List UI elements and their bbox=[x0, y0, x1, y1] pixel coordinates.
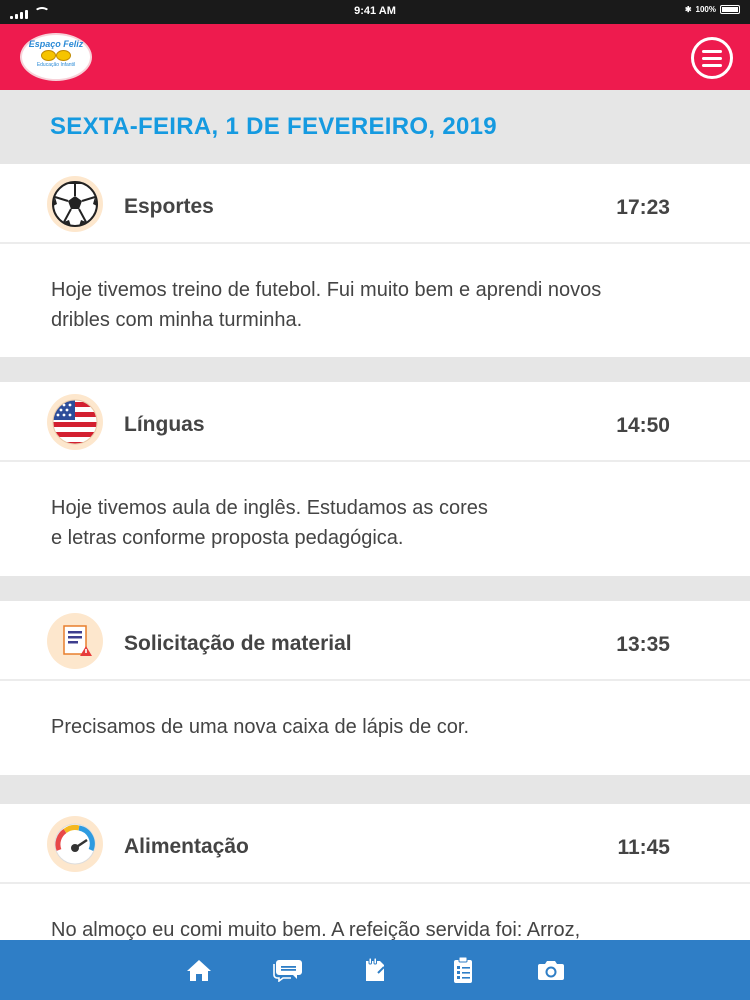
entry-text: Precisamos de uma nova caixa de lápis de… bbox=[51, 716, 469, 738]
entry-time: 11:45 bbox=[617, 836, 670, 859]
status-time: 9:41 AM bbox=[354, 5, 396, 17]
battery-icon bbox=[720, 5, 740, 14]
entry-card-solicitacao[interactable]: Solicitação de material 13:35 Precisamos… bbox=[0, 601, 750, 775]
entry-header: Esportes 17:23 bbox=[0, 164, 750, 244]
entry-time: 17:23 bbox=[616, 196, 670, 219]
date-header: SEXTA-FEIRA, 1 DE FEVEREIRO, 2019 bbox=[0, 90, 750, 162]
app-header: Espaço Feliz Educação Infantil bbox=[0, 24, 750, 90]
entry-text: Hoje tivemos treino de futebol. Fui muit… bbox=[51, 279, 602, 331]
bottom-nav bbox=[0, 940, 750, 1000]
checklist-icon bbox=[454, 956, 472, 983]
entry-time: 13:35 bbox=[616, 633, 670, 656]
entry-card-linguas[interactable]: Línguas 14:50 Hoje tivemos aula de inglê… bbox=[0, 382, 750, 576]
entry-text: No almoço eu comi muito bem. A refeição … bbox=[51, 919, 581, 940]
bluetooth-icon: ✱ bbox=[684, 5, 692, 14]
chat-icon bbox=[273, 960, 302, 982]
nav-home[interactable] bbox=[155, 940, 243, 1000]
entry-card-alimentacao[interactable]: Alimentação 11:45 No almoço eu comi muit… bbox=[0, 804, 750, 940]
camera-icon bbox=[538, 961, 564, 980]
entry-header: Solicitação de material 13:35 bbox=[0, 601, 750, 681]
meal-gauge-icon bbox=[47, 816, 103, 872]
date-title: SEXTA-FEIRA, 1 DE FEVEREIRO, 2019 bbox=[50, 113, 497, 140]
entry-header: Línguas 14:50 bbox=[0, 382, 750, 462]
entry-title: Esportes bbox=[124, 195, 214, 218]
battery-percent: 100% bbox=[695, 5, 716, 14]
nav-messages[interactable] bbox=[243, 940, 331, 1000]
logo-glasses-icon bbox=[38, 50, 74, 61]
menu-button[interactable] bbox=[691, 37, 733, 79]
entry-header: Alimentação 11:45 bbox=[0, 804, 750, 884]
entry-title: Solicitação de material bbox=[124, 632, 352, 655]
entry-card-esportes[interactable]: Esportes 17:23 Hoje tivemos treino de fu… bbox=[0, 164, 750, 357]
nav-notes[interactable] bbox=[331, 940, 419, 1000]
entry-title: Línguas bbox=[124, 413, 205, 436]
logo-text: Espaço Feliz bbox=[28, 39, 84, 49]
nav-checklist[interactable] bbox=[419, 940, 507, 1000]
material-request-icon bbox=[47, 613, 103, 669]
app-logo[interactable]: Espaço Feliz Educação Infantil bbox=[20, 33, 92, 81]
home-icon bbox=[187, 960, 211, 981]
status-bar: 9:41 AM ✱ 100% bbox=[0, 0, 750, 24]
nav-camera[interactable] bbox=[507, 940, 595, 1000]
entry-title: Alimentação bbox=[124, 835, 249, 858]
usa-flag-icon bbox=[47, 394, 103, 450]
menu-icon bbox=[702, 49, 722, 53]
logo-subtext: Educação Infantil bbox=[36, 62, 76, 68]
notes-icon bbox=[366, 957, 385, 981]
entry-text: Hoje tivemos aula de inglês. Estudamos a… bbox=[51, 497, 488, 549]
soccer-ball-icon bbox=[47, 176, 103, 232]
entry-time: 14:50 bbox=[616, 414, 670, 437]
